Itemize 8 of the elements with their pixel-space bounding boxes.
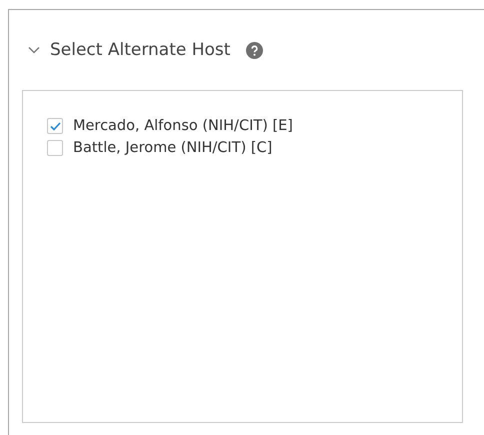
section-title: Select Alternate Host <box>50 40 230 60</box>
checkbox[interactable] <box>47 118 63 134</box>
host-label: Battle, Jerome (NIH/CIT) [C] <box>73 140 272 156</box>
chevron-icon[interactable] <box>28 46 40 54</box>
checkbox[interactable] <box>47 140 63 156</box>
host-label: Mercado, Alfonso (NIH/CIT) [E] <box>73 118 293 134</box>
check-icon <box>50 122 60 130</box>
help-icon[interactable] <box>246 42 264 58</box>
